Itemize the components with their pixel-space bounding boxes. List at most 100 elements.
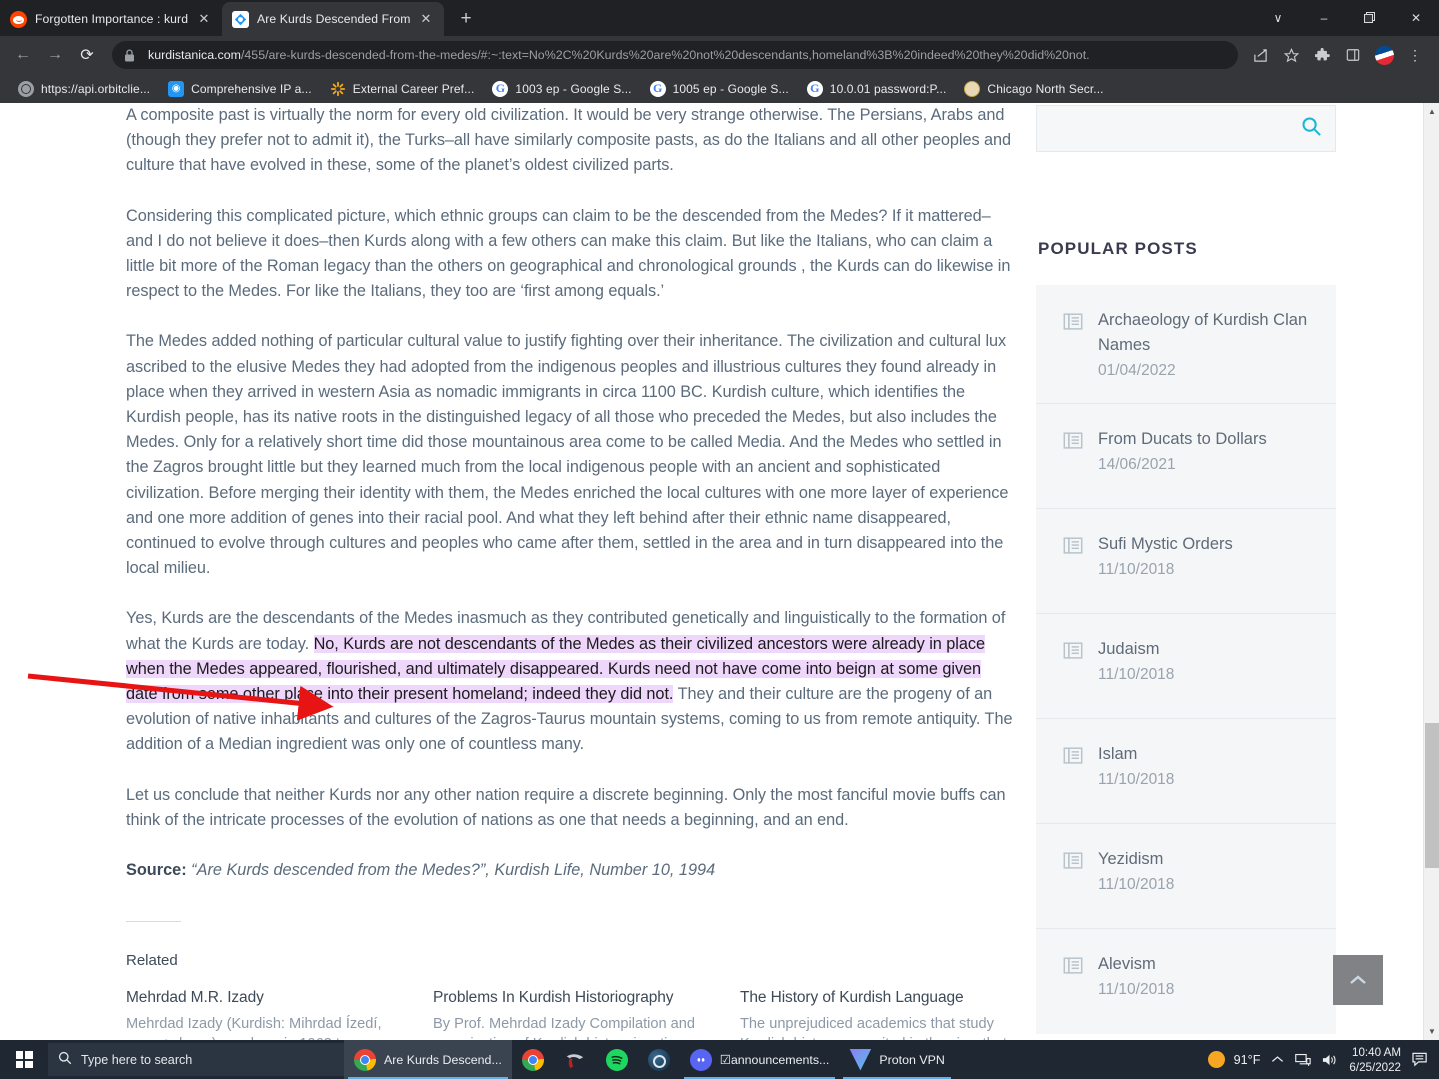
back-to-top-button[interactable] xyxy=(1333,955,1383,1005)
related-title[interactable]: Mehrdad M.R. Izady xyxy=(126,989,401,1007)
bookmark-item[interactable]: https://api.orbitclie... xyxy=(9,78,159,100)
document-icon xyxy=(1062,640,1084,667)
list-item[interactable]: Alevism 11/10/2018 xyxy=(1036,929,1336,1034)
chrome-menu-icon[interactable]: ⋮ xyxy=(1401,41,1429,69)
windows-start-icon[interactable] xyxy=(0,1040,48,1079)
bookmark-item[interactable]: G 10.0.01 password:P... xyxy=(798,78,956,100)
list-item[interactable]: Archaeology of Kurdish Clan Names 01/04/… xyxy=(1036,285,1336,404)
chevron-up-icon[interactable] xyxy=(1271,1055,1284,1064)
bookmark-star-icon[interactable] xyxy=(1277,41,1305,69)
steam-icon xyxy=(647,1048,670,1071)
reload-icon[interactable]: ⟳ xyxy=(72,40,102,70)
proton-vpn-icon xyxy=(849,1048,872,1071)
post-title[interactable]: Archaeology of Kurdish Clan Names xyxy=(1098,311,1307,354)
share-icon[interactable] xyxy=(1246,41,1274,69)
side-panel-icon[interactable] xyxy=(1339,41,1367,69)
document-icon xyxy=(1062,535,1084,562)
forward-icon[interactable]: → xyxy=(40,40,70,70)
weather-widget[interactable]: 91°F xyxy=(1207,1051,1260,1068)
back-icon[interactable]: ← xyxy=(8,40,38,70)
taskbar-app-chrome[interactable] xyxy=(512,1040,554,1079)
scroll-up-icon[interactable]: ▲ xyxy=(1424,103,1439,120)
list-item-text: Islam 11/10/2018 xyxy=(1098,742,1320,789)
taskbar-app-steam[interactable] xyxy=(638,1040,680,1079)
bookmarks-bar: https://api.orbitclie... ◉ Comprehensive… xyxy=(0,74,1439,103)
close-icon[interactable]: ✕ xyxy=(418,11,434,27)
list-item[interactable]: Judaism 11/10/2018 xyxy=(1036,614,1336,719)
list-item[interactable]: From Ducats to Dollars 14/06/2021 xyxy=(1036,404,1336,509)
tab-search-chevron-icon[interactable]: ∨ xyxy=(1255,0,1301,36)
related-title[interactable]: Problems In Kurdish Historiography xyxy=(433,989,708,1007)
windows-taskbar: Type here to search Are Kurds Descend...… xyxy=(0,1040,1439,1079)
page-scrollbar[interactable]: ▲ ▼ xyxy=(1423,103,1439,1040)
browser-tab-1[interactable]: Forgotten Importance : kurdistan ✕ xyxy=(0,2,222,36)
related-title[interactable]: The History of Kurdish Language xyxy=(740,989,1015,1007)
search-icon xyxy=(58,1051,72,1068)
search-input[interactable] xyxy=(1036,105,1336,152)
bookmark-label: 1005 ep - Google S... xyxy=(672,81,789,96)
list-item-text: From Ducats to Dollars 14/06/2021 xyxy=(1098,427,1320,474)
scrollbar-thumb[interactable] xyxy=(1425,723,1439,868)
taskbar-search-input[interactable]: Type here to search xyxy=(48,1043,344,1076)
address-bar[interactable]: kurdistanica.com/455/are-kurds-descended… xyxy=(112,41,1238,69)
maximize-button[interactable] xyxy=(1347,0,1393,36)
bookmark-item[interactable]: Chicago North Secr... xyxy=(955,78,1112,100)
post-title[interactable]: Judaism xyxy=(1098,640,1159,658)
bookmark-item[interactable]: External Career Pref... xyxy=(321,78,484,100)
extensions-puzzle-icon[interactable] xyxy=(1308,41,1336,69)
pepsi-profile-icon[interactable] xyxy=(1370,41,1398,69)
globe-icon xyxy=(18,80,34,97)
clock-date: 6/25/2022 xyxy=(1349,1060,1401,1074)
discord-icon xyxy=(689,1048,712,1071)
post-title[interactable]: Yezidism xyxy=(1098,850,1163,868)
taskbar-search-placeholder: Type here to search xyxy=(81,1052,193,1067)
walmart-spark-icon xyxy=(330,81,346,97)
close-button[interactable]: ✕ xyxy=(1393,0,1439,36)
taskbar-app-chrome-window[interactable]: Are Kurds Descend... xyxy=(344,1040,512,1079)
taskbar-app-proton-vpn[interactable]: Proton VPN xyxy=(839,1040,954,1079)
bookmark-item[interactable]: G 1003 ep - Google S... xyxy=(483,78,640,100)
browser-tab-2[interactable]: Are Kurds Descended From the M ✕ xyxy=(222,2,444,36)
taskbar-clock[interactable]: 10:40 AM 6/25/2022 xyxy=(1349,1045,1401,1075)
taskbar-app-spotify[interactable] xyxy=(596,1040,638,1079)
post-title[interactable]: Islam xyxy=(1098,745,1137,763)
network-icon[interactable] xyxy=(1295,1053,1312,1067)
bookmark-item[interactable]: G 1005 ep - Google S... xyxy=(641,78,798,100)
window-controls: ∨ – ✕ xyxy=(1255,0,1439,36)
post-date: 11/10/2018 xyxy=(1098,771,1175,788)
action-center-icon[interactable] xyxy=(1412,1052,1429,1067)
search-icon[interactable] xyxy=(1301,116,1322,142)
game-icon xyxy=(564,1049,586,1071)
new-tab-button[interactable]: + xyxy=(452,5,480,33)
list-item[interactable]: Sufi Mystic Orders 11/10/2018 xyxy=(1036,509,1336,614)
post-title[interactable]: Alevism xyxy=(1098,955,1156,973)
document-icon xyxy=(1062,430,1084,457)
related-item[interactable]: Mehrdad M.R. Izady Mehrdad Izady (Kurdis… xyxy=(126,989,401,1040)
paragraph: Considering this complicated picture, wh… xyxy=(126,206,1011,301)
list-item[interactable]: Yezidism 11/10/2018 xyxy=(1036,824,1336,929)
post-title[interactable]: Sufi Mystic Orders xyxy=(1098,535,1233,553)
highlighted-paragraph: Yes, Kurds are the descendants of the Me… xyxy=(126,606,1015,757)
clock-time: 10:40 AM xyxy=(1352,1045,1401,1059)
related-item[interactable]: Problems In Kurdish Historiography By Pr… xyxy=(433,989,708,1040)
tab-title: Forgotten Importance : kurdistan xyxy=(35,12,188,26)
taskbar-app-discord[interactable]: ☑announcements... xyxy=(680,1040,840,1079)
minimize-button[interactable]: – xyxy=(1301,0,1347,36)
post-date: 11/10/2018 xyxy=(1098,666,1175,683)
taskbar-app-game[interactable] xyxy=(554,1040,596,1079)
google-icon: G xyxy=(649,80,666,97)
list-item[interactable]: Islam 11/10/2018 xyxy=(1036,719,1336,824)
scroll-down-icon[interactable]: ▼ xyxy=(1424,1023,1439,1040)
browser-window: Forgotten Importance : kurdistan ✕ Are K… xyxy=(0,0,1439,1040)
browser-toolbar: ← → ⟳ kurdistanica.com/455/are-kurds-des… xyxy=(0,36,1439,74)
bookmark-label: Chicago North Secr... xyxy=(987,81,1104,96)
bookmark-item[interactable]: ◉ Comprehensive IP a... xyxy=(159,78,321,100)
list-item-text: Yezidism 11/10/2018 xyxy=(1098,847,1320,894)
related-item[interactable]: The History of Kurdish Language The unpr… xyxy=(740,989,1015,1040)
close-icon[interactable]: ✕ xyxy=(196,11,212,27)
post-date: 01/04/2022 xyxy=(1098,362,1176,379)
popular-posts-list: Archaeology of Kurdish Clan Names 01/04/… xyxy=(1036,285,1336,1034)
volume-icon[interactable] xyxy=(1322,1053,1338,1067)
post-title[interactable]: From Ducats to Dollars xyxy=(1098,430,1267,448)
related-grid: Mehrdad M.R. Izady Mehrdad Izady (Kurdis… xyxy=(126,989,1015,1040)
